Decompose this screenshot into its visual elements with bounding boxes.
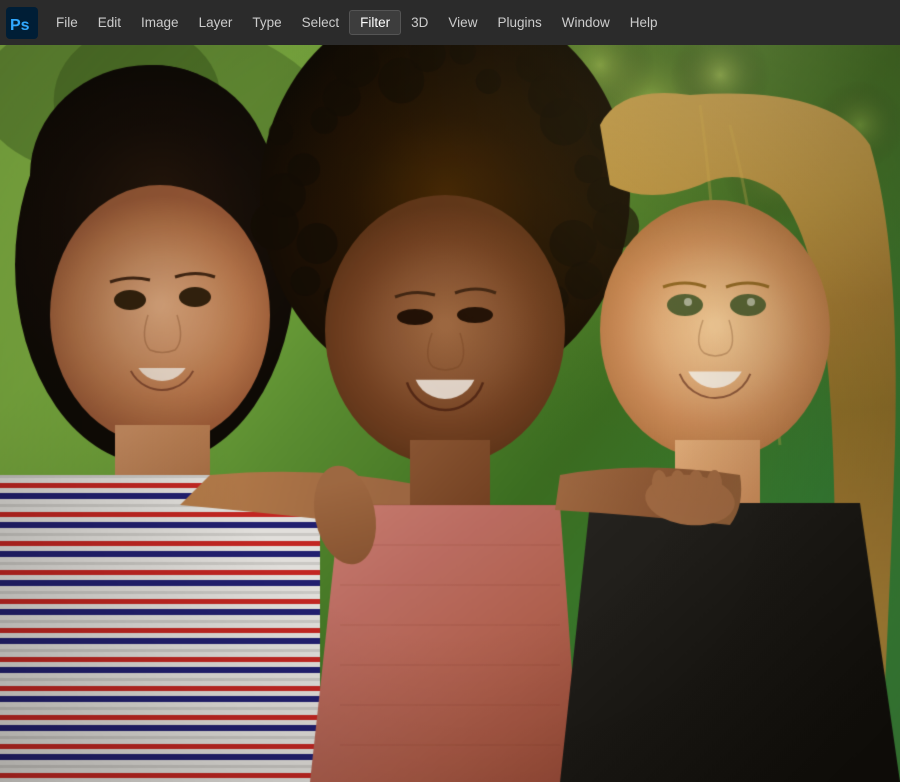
ps-logo-icon: Ps (6, 7, 38, 39)
menu-type[interactable]: Type (242, 11, 291, 34)
menu-layer[interactable]: Layer (189, 11, 243, 34)
menu-3d[interactable]: 3D (401, 11, 438, 34)
menu-plugins[interactable]: Plugins (487, 11, 551, 34)
menu-select[interactable]: Select (292, 11, 350, 34)
photo-canvas (0, 45, 900, 782)
menu-edit[interactable]: Edit (88, 11, 131, 34)
menu-view[interactable]: View (438, 11, 487, 34)
canvas-area (0, 45, 900, 782)
menubar: Ps File Edit Image Layer Type Select Fil… (0, 0, 900, 45)
menu-help[interactable]: Help (620, 11, 668, 34)
svg-text:Ps: Ps (10, 17, 30, 34)
menu-window[interactable]: Window (552, 11, 620, 34)
menu-image[interactable]: Image (131, 11, 189, 34)
menu-file[interactable]: File (46, 11, 88, 34)
menu-filter[interactable]: Filter (349, 10, 401, 35)
